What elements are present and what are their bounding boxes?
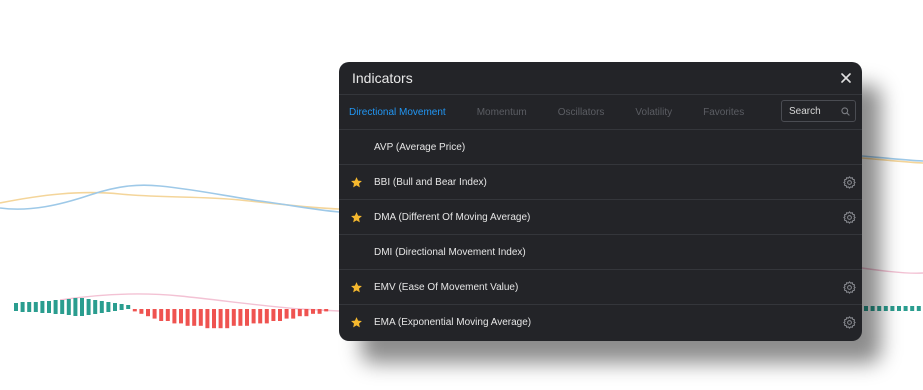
histogram-bar xyxy=(291,309,296,319)
favorite-toggle[interactable] xyxy=(339,281,374,294)
indicator-row-ema[interactable]: EMA (Exponential Moving Average) xyxy=(339,305,862,340)
histogram-bar xyxy=(897,306,901,311)
indicator-label: AVP (Average Price) xyxy=(374,141,466,153)
tab-directional-movement[interactable]: Directional Movement xyxy=(349,107,446,118)
favorite-toggle[interactable] xyxy=(339,176,374,189)
histogram-bar xyxy=(113,303,117,311)
histogram-bar xyxy=(165,309,170,321)
histogram-bar xyxy=(271,309,276,321)
histogram-bar xyxy=(910,306,915,311)
indicator-label: EMV (Ease Of Movement Value) xyxy=(374,281,519,293)
indicator-label: BBI (Bull and Bear Index) xyxy=(374,176,487,188)
histogram-bar xyxy=(146,309,150,317)
histogram-bar xyxy=(284,309,289,319)
histogram-bar xyxy=(14,303,18,311)
histogram-bar xyxy=(119,304,124,310)
gear-icon[interactable] xyxy=(843,211,856,224)
histogram-bar xyxy=(20,302,25,312)
histogram-bar xyxy=(60,300,65,314)
close-button[interactable] xyxy=(836,68,856,88)
histogram-bar xyxy=(172,309,177,324)
histogram-bar xyxy=(311,309,315,314)
histogram-bar xyxy=(53,300,58,314)
tab-momentum[interactable]: Momentum xyxy=(477,107,527,118)
histogram-bar xyxy=(66,299,71,315)
histogram-bar xyxy=(86,299,91,315)
histogram-bar xyxy=(152,309,157,319)
histogram-bar xyxy=(225,309,230,329)
star-icon xyxy=(351,211,362,222)
indicators-dialog: Indicators Directional Movement Momentum… xyxy=(339,62,862,341)
histogram-bar xyxy=(238,309,243,326)
indicator-row-dmi[interactable]: DMI (Directional Movement Index) xyxy=(339,235,862,270)
histogram-bar xyxy=(304,309,309,317)
histogram-bar xyxy=(317,309,322,314)
histogram-bar xyxy=(132,309,137,312)
search-input[interactable] xyxy=(789,105,841,117)
histogram-bar xyxy=(198,309,203,326)
histogram-bar xyxy=(883,306,888,311)
histogram-bar xyxy=(324,309,329,312)
search-icon xyxy=(841,106,850,116)
histogram-bar xyxy=(251,309,256,324)
histogram-bar xyxy=(106,302,111,312)
histogram-bar xyxy=(99,301,104,313)
histogram-bar xyxy=(916,306,921,311)
close-icon xyxy=(841,73,851,83)
histogram-bar xyxy=(297,309,302,317)
histogram-bar xyxy=(179,309,183,324)
histogram-bar xyxy=(185,309,190,326)
indicator-list: AVP (Average Price) BBI (Bull and Bear I… xyxy=(339,130,862,340)
indicator-row-bbi[interactable]: BBI (Bull and Bear Index) xyxy=(339,165,862,200)
gear-icon[interactable] xyxy=(843,316,856,329)
histogram-bar xyxy=(139,309,144,314)
search-box xyxy=(781,100,856,122)
histogram-bar xyxy=(903,306,908,311)
histogram-bar xyxy=(212,309,216,329)
histogram-bar xyxy=(80,298,84,316)
histogram-bar xyxy=(93,300,98,314)
histogram-bar xyxy=(245,309,249,326)
favorite-toggle[interactable] xyxy=(339,211,374,224)
histogram-bar xyxy=(205,309,210,329)
indicator-label: EMA (Exponential Moving Average) xyxy=(374,317,532,328)
tab-bar: Directional Movement Momentum Oscillator… xyxy=(339,95,862,130)
histogram-bar xyxy=(264,309,269,324)
indicator-row-dma[interactable]: DMA (Different Of Moving Average) xyxy=(339,200,862,235)
histogram-bar xyxy=(192,309,197,326)
histogram-bar xyxy=(258,309,263,324)
histogram-bar xyxy=(126,305,131,309)
histogram-bar xyxy=(278,309,282,321)
gear-icon[interactable] xyxy=(843,281,856,294)
indicator-row-avp[interactable]: AVP (Average Price) xyxy=(339,130,862,165)
dialog-title: Indicators xyxy=(352,70,413,86)
histogram-bar xyxy=(33,302,38,312)
favorite-toggle[interactable] xyxy=(339,316,374,329)
tab-oscillators[interactable]: Oscillators xyxy=(558,107,605,118)
histogram-bar xyxy=(73,298,78,316)
indicator-label: DMI (Directional Movement Index) xyxy=(374,246,526,258)
star-icon xyxy=(351,317,362,328)
indicator-label: DMA (Different Of Moving Average) xyxy=(374,211,531,223)
tab-favorites[interactable]: Favorites xyxy=(703,107,744,118)
gear-icon[interactable] xyxy=(843,176,856,189)
tab-volatility[interactable]: Volatility xyxy=(635,107,672,118)
histogram-bar xyxy=(27,302,32,312)
histogram-bar xyxy=(47,301,51,313)
star-icon xyxy=(351,281,362,292)
indicator-row-emv[interactable]: EMV (Ease Of Movement Value) xyxy=(339,270,862,305)
histogram-bar xyxy=(218,309,223,329)
histogram-bar xyxy=(40,301,45,313)
star-icon xyxy=(351,176,362,187)
histogram-bar xyxy=(231,309,236,326)
histogram-bar xyxy=(159,309,164,321)
histogram-bar xyxy=(890,306,895,311)
dialog-header: Indicators xyxy=(339,62,862,95)
